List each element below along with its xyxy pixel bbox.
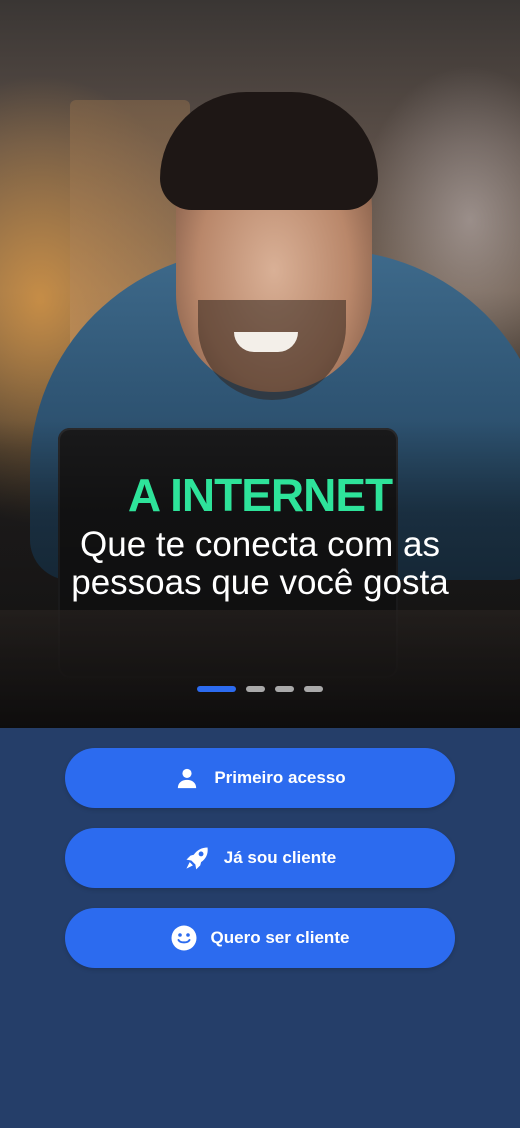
carousel-dot[interactable] xyxy=(246,686,265,692)
carousel-dot[interactable] xyxy=(275,686,294,692)
first-access-label: Primeiro acesso xyxy=(214,768,346,787)
user-icon xyxy=(174,765,200,791)
hero-subtitle: Que te conecta com as pessoas que você g… xyxy=(71,525,449,602)
smile-icon xyxy=(171,925,197,951)
want-client-label: Quero ser cliente xyxy=(210,928,350,947)
carousel-dot-active[interactable] xyxy=(197,686,236,692)
already-client-label: Já sou cliente xyxy=(223,848,337,867)
first-access-button[interactable]: Primeiro acesso xyxy=(65,748,455,808)
hero-banner[interactable]: A INTERNET Que te conecta com as pessoas… xyxy=(0,0,520,728)
actions-panel: Primeiro acesso Já sou cliente Quero ser… xyxy=(0,728,520,1128)
rocket-icon xyxy=(184,845,210,871)
want-client-button[interactable]: Quero ser cliente xyxy=(65,908,455,968)
person-hair xyxy=(160,92,378,210)
carousel-indicator xyxy=(0,686,520,692)
hero-headline: A INTERNET xyxy=(127,469,393,521)
carousel-dot[interactable] xyxy=(304,686,323,692)
screen: A INTERNET Que te conecta com as pessoas… xyxy=(0,0,520,1128)
already-client-button[interactable]: Já sou cliente xyxy=(65,828,455,888)
person-smile xyxy=(234,332,298,352)
